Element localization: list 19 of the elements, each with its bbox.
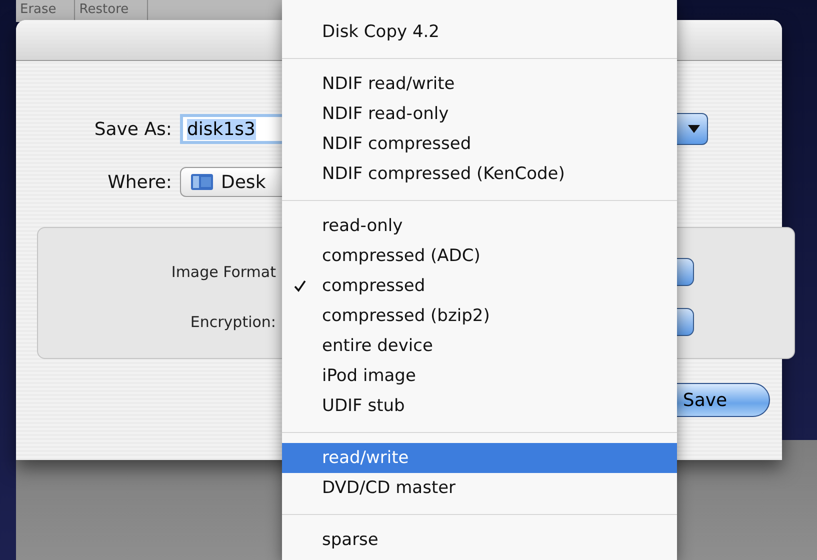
menu-item[interactable]: NDIF compressed (282, 129, 677, 159)
menu-item[interactable]: NDIF compressed (KenCode) (282, 159, 677, 189)
menu-item[interactable]: entire device (282, 331, 677, 361)
menu-item[interactable]: NDIF read-only (282, 99, 677, 129)
menu-item[interactable]: read-only (282, 211, 677, 241)
menu-item[interactable]: sparse (282, 525, 677, 555)
menu-item[interactable]: compressed (ADC) (282, 241, 677, 271)
menu-item[interactable]: Disk Copy 4.2 (282, 17, 677, 47)
option-label: Image Format (170, 263, 276, 281)
menu-item[interactable]: compressed (bzip2) (282, 301, 677, 331)
menu-item[interactable]: compressed (282, 271, 677, 301)
triangle-down-icon (687, 124, 701, 134)
menu-item[interactable]: read/write (282, 443, 677, 473)
option-label: Encryption: (189, 313, 276, 331)
checkmark-icon (294, 280, 306, 292)
menu-item[interactable]: NDIF read/write (282, 69, 677, 99)
field-label: Save As: (93, 118, 172, 140)
menu-item[interactable]: DVD/CD master (282, 473, 677, 503)
field-label: Where: (106, 172, 172, 192)
